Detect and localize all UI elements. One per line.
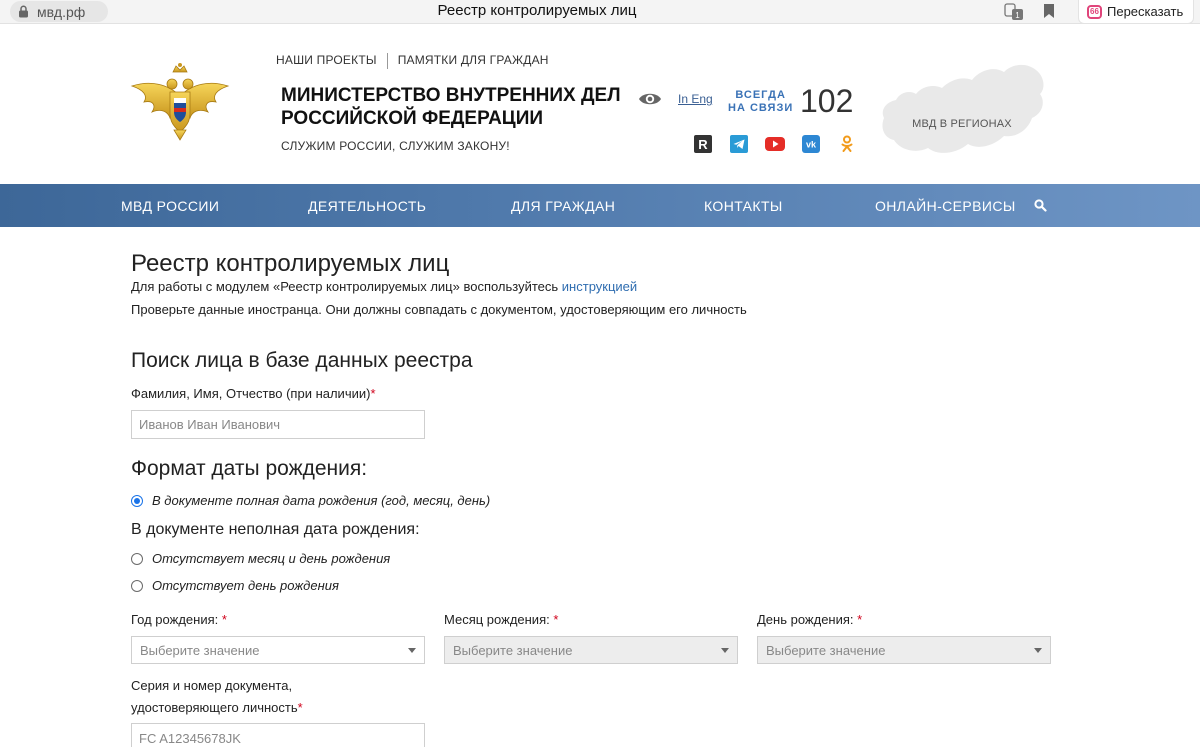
nav-item-mvd-russia[interactable]: МВД РОССИИ	[121, 198, 219, 214]
radio-no-month-day[interactable]: Отсутствует месяц и день рождения	[131, 551, 390, 566]
chevron-down-icon	[1034, 648, 1042, 653]
always-line1: ВСЕГДА	[735, 89, 786, 101]
hotline-number[interactable]: 102	[800, 83, 853, 120]
lang-switch-link[interactable]: In Eng	[678, 92, 713, 106]
emblem-logo[interactable]	[130, 62, 230, 147]
fio-label-text: Фамилия, Имя, Отчество (при наличии)	[131, 386, 371, 401]
regions-label: МВД В РЕГИОНАХ	[912, 118, 1012, 130]
dob-format-heading: Формат даты рождения:	[131, 457, 368, 480]
rutube-icon[interactable]: R	[693, 135, 713, 153]
social-links: R vk	[693, 135, 857, 153]
intro-line-1: Для работы с модулем «Реестр контролируе…	[131, 279, 637, 294]
radio-button-selected[interactable]	[131, 494, 143, 507]
tabs-icon[interactable]: 1	[1004, 3, 1024, 26]
retell-label: Пересказать	[1107, 4, 1184, 19]
document-label: Серия и номер документа, удостоверяющего…	[131, 675, 303, 719]
top-links: НАШИ ПРОЕКТЫ ПАМЯТКИ ДЛЯ ГРАЖДАН	[276, 53, 549, 69]
radio-full-dob-label: В документе полная дата рождения (год, м…	[152, 493, 491, 508]
chevron-down-icon	[408, 648, 416, 653]
bookmark-icon[interactable]	[1043, 3, 1055, 24]
always-line2: НА СВЯЗИ	[728, 102, 794, 114]
motto: СЛУЖИМ РОССИИ, СЛУЖИМ ЗАКОНУ!	[281, 139, 510, 153]
vk-icon[interactable]: vk	[801, 135, 821, 153]
required-mark: *	[297, 700, 303, 715]
month-select-value: Выберите значение	[453, 642, 573, 658]
search-icon[interactable]	[1034, 199, 1047, 217]
always-connected-label: ВСЕГДА НА СВЯЗИ	[728, 89, 793, 115]
radio-button[interactable]	[131, 579, 143, 592]
day-select[interactable]: Выберите значение	[757, 636, 1051, 664]
odnoklassniki-icon[interactable]	[837, 135, 857, 153]
rutube-letter: R	[698, 137, 708, 152]
fio-label: Фамилия, Имя, Отчество (при наличии)*	[131, 383, 376, 405]
org-name-line1: МИНИСТЕРСТВО ВНУТРЕННИХ ДЕЛ	[281, 85, 621, 106]
radio-no-day-label: Отсутствует день рождения	[152, 578, 339, 593]
page-title: Реестр контролируемых лиц	[131, 250, 450, 277]
tab-title: Реестр контролируемых лиц	[437, 2, 637, 19]
document-label-line1: Серия и номер документа,	[131, 678, 293, 693]
vk-letters: vk	[806, 140, 817, 150]
year-select[interactable]: Выберите значение	[131, 636, 425, 664]
radio-no-day[interactable]: Отсутствует день рождения	[131, 578, 339, 593]
nav-item-contacts[interactable]: КОНТАКТЫ	[704, 198, 783, 214]
main-nav: МВД РОССИИ ДЕЯТЕЛЬНОСТЬ ДЛЯ ГРАЖДАН КОНТ…	[0, 184, 1200, 227]
tabs-count: 1	[1015, 11, 1020, 20]
document-number-value: FC A12345678JK	[139, 730, 241, 746]
required-mark: *	[857, 612, 863, 627]
partial-dob-label: В документе неполная дата рождения:	[131, 521, 420, 538]
required-mark: *	[221, 612, 227, 627]
day-label: День рождения: *	[757, 609, 862, 631]
required-mark: *	[370, 386, 376, 401]
intro-text: Для работы с модулем «Реестр контролируе…	[131, 279, 562, 294]
quote-icon: 66	[1087, 4, 1102, 19]
fio-placeholder: Иванов Иван Иванович	[139, 417, 281, 432]
instruction-link[interactable]: инструкцией	[562, 279, 637, 294]
month-label-text: Месяц рождения:	[444, 612, 550, 627]
year-label: Год рождения: *	[131, 609, 227, 631]
search-heading: Поиск лица в базе данных реестра	[131, 349, 473, 372]
document-label-line2: удостоверяющего личность	[131, 700, 298, 715]
telegram-icon[interactable]	[729, 135, 749, 153]
top-link-memos[interactable]: ПАМЯТКИ ДЛЯ ГРАЖДАН	[398, 53, 549, 69]
nav-item-for-citizens[interactable]: ДЛЯ ГРАЖДАН	[511, 198, 615, 214]
top-link-projects[interactable]: НАШИ ПРОЕКТЫ	[276, 53, 377, 69]
year-select-value: Выберите значение	[140, 642, 260, 658]
nav-item-activity[interactable]: ДЕЯТЕЛЬНОСТЬ	[308, 198, 426, 214]
required-mark: *	[553, 612, 559, 627]
radio-button[interactable]	[131, 552, 143, 565]
divider	[386, 53, 388, 69]
youtube-icon[interactable]	[765, 135, 785, 153]
radio-no-month-day-label: Отсутствует месяц и день рождения	[152, 551, 391, 566]
year-label-text: Год рождения:	[131, 612, 219, 627]
day-select-value: Выберите значение	[766, 642, 886, 658]
eye-icon[interactable]	[638, 91, 662, 112]
intro-line-2: Проверьте данные иностранца. Они должны …	[131, 302, 747, 317]
day-label-text: День рождения:	[757, 612, 854, 627]
browser-bar: мвд.рф Реестр контролируемых лиц 1 66 Пе…	[0, 0, 1200, 24]
russia-map-icon	[882, 64, 1044, 153]
radio-full-dob[interactable]: В документе полная дата рождения (год, м…	[131, 493, 490, 508]
nav-item-online-services[interactable]: ОНЛАЙН-СЕРВИСЫ	[875, 198, 1016, 214]
organization-name[interactable]: МИНИСТЕРСТВО ВНУТРЕННИХ ДЕЛ РОССИЙСКОЙ Ф…	[281, 84, 621, 130]
chevron-down-icon	[721, 648, 729, 653]
regions-map-link[interactable]: МВД В РЕГИОНАХ	[876, 60, 1048, 158]
month-select[interactable]: Выберите значение	[444, 636, 738, 664]
month-label: Месяц рождения: *	[444, 609, 558, 631]
retell-button[interactable]: 66 Пересказать	[1078, 0, 1194, 24]
document-number-input[interactable]: FC A12345678JK	[131, 723, 425, 747]
org-name-line2: РОССИЙСКОЙ ФЕДЕРАЦИИ	[281, 108, 544, 129]
fio-input[interactable]: Иванов Иван Иванович	[131, 410, 425, 439]
double-headed-eagle-icon	[130, 63, 230, 141]
